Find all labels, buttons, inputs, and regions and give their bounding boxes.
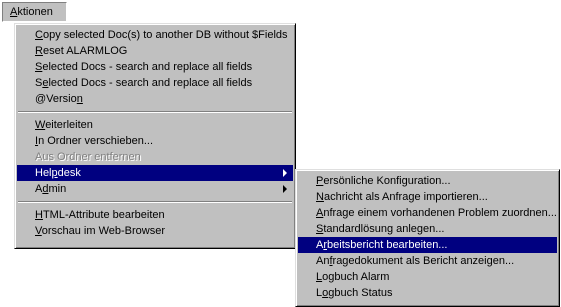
menu-item-version[interactable]: @Version (17, 91, 293, 107)
menu-separator (18, 201, 292, 203)
menu-separator (18, 111, 292, 113)
submenu-item-logbuch-alarm[interactable]: Logbuch Alarm (298, 269, 557, 285)
menu-item-vorschau-web-browser[interactable]: Vorschau im Web-Browser (17, 223, 293, 239)
menu-item-aus-ordner-entfernen: Aus Ordner entfernen (35, 151, 141, 163)
submenu-arrow-icon (283, 169, 287, 177)
submenu-item-anfragedokument-anzeigen[interactable]: Anfragedokument als Bericht anzeigen... (298, 253, 557, 269)
submenu-item-logbuch-status[interactable]: Logbuch Status (298, 285, 557, 301)
menu-item-admin[interactable]: Admin (17, 181, 293, 197)
helpdesk-submenu: Persönliche Konfiguration... Nachricht a… (295, 169, 560, 307)
menu-item-helpdesk[interactable]: Helpdesk (17, 165, 293, 181)
submenu-item-standardloesung-anlegen[interactable]: Standardlösung anlegen... (298, 221, 557, 237)
menu-aktionen-label: Aktionen (10, 6, 53, 18)
menu-item-reset-alarmlog[interactable]: Reset ALARMLOG (17, 43, 293, 59)
menu-item-in-ordner-verschieben[interactable]: In Ordner verschieben... (17, 133, 293, 149)
menu-item-search-replace-2[interactable]: Selected Docs - search and replace all f… (17, 75, 293, 91)
submenu-item-persoenliche-konfiguration[interactable]: Persönliche Konfiguration... (298, 173, 557, 189)
menu-item-search-replace-1[interactable]: Selected Docs - search and replace all f… (17, 59, 293, 75)
menu-item-copy-docs[interactable]: Copy selected Doc(s) to another DB witho… (17, 27, 293, 43)
menu-item-html-attribute[interactable]: HTML-Attribute bearbeiten (17, 207, 293, 223)
menu-item-weiterleiten[interactable]: Weiterleiten (17, 117, 293, 133)
submenu-item-arbeitsbericht-bearbeiten[interactable]: Arbeitsbericht bearbeiten... (298, 237, 557, 253)
submenu-item-nachricht-importieren[interactable]: Nachricht als Anfrage importieren... (298, 189, 557, 205)
submenu-item-anfrage-zuordnen[interactable]: Anfrage einem vorhandenen Problem zuordn… (298, 205, 557, 221)
aktionen-dropdown: Copy selected Doc(s) to another DB witho… (14, 23, 296, 249)
submenu-arrow-icon (283, 185, 287, 193)
menu-aktionen[interactable]: Aktionen (2, 2, 67, 22)
